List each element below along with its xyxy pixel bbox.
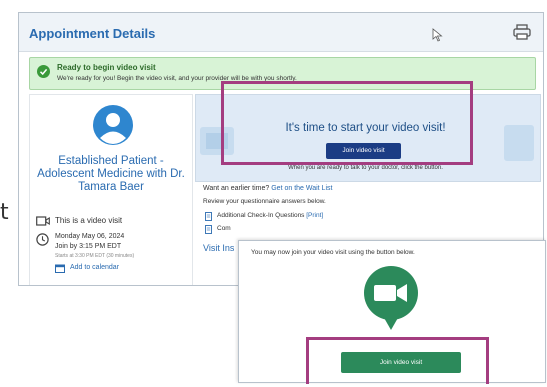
cursor-icon bbox=[432, 28, 443, 42]
document-icon bbox=[205, 212, 212, 221]
join-by-time: Join by 3:15 PM EDT bbox=[55, 243, 122, 250]
calendar-icon bbox=[55, 264, 65, 273]
wait-list-link[interactable]: Get on the Wait List bbox=[271, 185, 332, 192]
alert-title: Ready to begin video visit bbox=[57, 63, 156, 72]
video-camera-icon bbox=[36, 216, 50, 226]
provider-avatar-icon bbox=[93, 105, 133, 145]
questionnaire-item[interactable]: Com bbox=[217, 225, 231, 232]
header-bar: Appointment Details bbox=[19, 13, 543, 52]
print-link[interactable]: [Print] bbox=[306, 212, 323, 219]
video-chat-icon bbox=[364, 266, 418, 330]
add-to-calendar-link[interactable]: Add to calendar bbox=[70, 264, 119, 271]
questionnaire-item: Additional Check-In Questions [Print] bbox=[217, 212, 323, 219]
document-icon bbox=[205, 225, 212, 234]
visit-type: This is a video visit bbox=[55, 216, 123, 225]
background-text-fragment: t bbox=[0, 200, 9, 225]
earlier-time-label: Want an earlier time? bbox=[203, 185, 270, 192]
starts-at-time: Starts at 3:30 PM EDT (30 minutes) bbox=[55, 253, 135, 259]
earlier-time-prompt: Want an earlier time? Get on the Wait Li… bbox=[203, 185, 332, 192]
highlight-box bbox=[221, 81, 473, 165]
appointment-summary-card: Established Patient - Adolescent Medicin… bbox=[29, 94, 193, 285]
appointment-name: Established Patient - Adolescent Medicin… bbox=[37, 155, 185, 193]
banner-instruction: When you are ready to talk to your docto… bbox=[288, 165, 443, 171]
questionnaire-label[interactable]: Additional Check-In Questions bbox=[217, 212, 304, 219]
clock-icon bbox=[36, 233, 49, 246]
questionnaire-prompt: Review your questionnaire answers below. bbox=[203, 198, 326, 205]
popup-message: You may now join your video visit using … bbox=[251, 249, 415, 256]
page-title: Appointment Details bbox=[29, 26, 156, 41]
check-circle-icon bbox=[37, 65, 50, 78]
print-icon[interactable] bbox=[513, 24, 531, 40]
appointment-date: Monday May 06, 2024 bbox=[55, 233, 125, 240]
visit-info-heading: Visit Ins bbox=[203, 243, 235, 253]
highlight-box bbox=[306, 337, 489, 384]
